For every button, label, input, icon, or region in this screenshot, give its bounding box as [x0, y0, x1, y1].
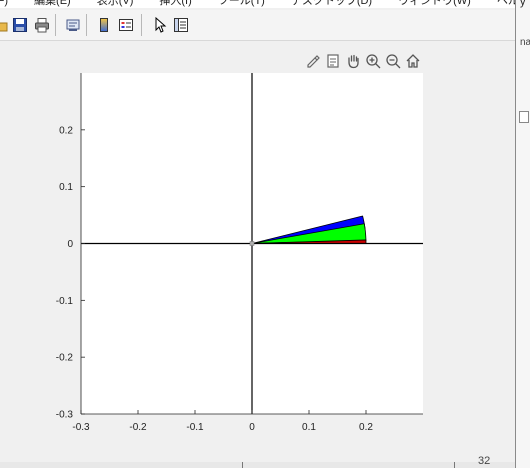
data-tip-icon[interactable] [324, 51, 342, 71]
bottom-edge [0, 462, 515, 468]
axes-toolbar [304, 51, 424, 71]
y-tick-label: 0.1 [59, 182, 73, 193]
side-panel-text: y [520, 0, 526, 8]
origin-marker [249, 241, 255, 246]
home-icon[interactable] [404, 51, 422, 71]
y-tick-label: 0.2 [59, 125, 73, 136]
divider [454, 462, 455, 468]
divider [242, 462, 243, 468]
brush-icon[interactable] [304, 51, 322, 71]
y-tick-label: -0.2 [56, 353, 74, 364]
zoom-out-icon[interactable] [384, 51, 402, 71]
side-panel-control[interactable] [519, 111, 529, 123]
side-panel-text: na [520, 37, 530, 48]
x-tick-label: 0 [249, 422, 255, 433]
zoom-in-icon[interactable] [364, 51, 382, 71]
x-tick-label: -0.3 [72, 422, 90, 433]
y-tick-label: -0.3 [56, 410, 74, 421]
plot-canvas: -0.3 -0.2 -0.1 0 0.1 0.2 -0.3 -0.2 -0.1 0 0.1 0.2 [56, 73, 423, 433]
y-tick-label: 0 [67, 239, 73, 250]
y-tick-label: -0.1 [56, 296, 74, 307]
x-tick-label: 0.2 [359, 422, 373, 433]
x-tick-label: 0.1 [302, 422, 316, 433]
side-panel-edge: y na [515, 0, 530, 468]
pan-icon[interactable] [344, 51, 362, 71]
x-tick-label: -0.1 [186, 422, 204, 433]
x-tick-label: -0.2 [129, 422, 147, 433]
